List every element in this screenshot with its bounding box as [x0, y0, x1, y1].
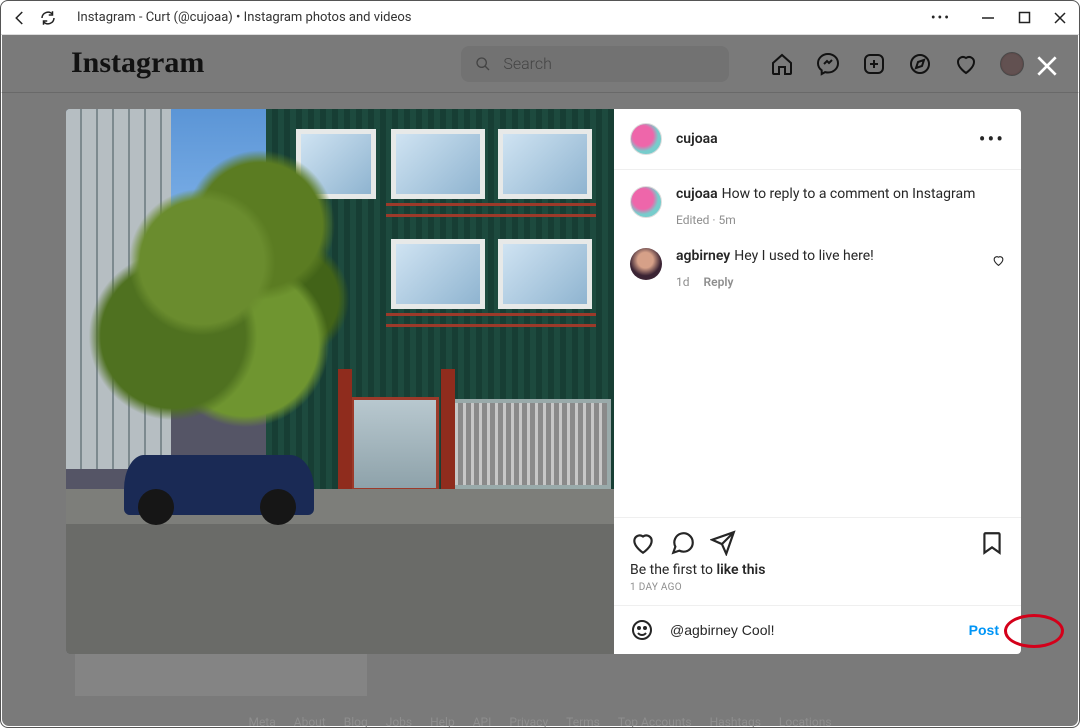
- emoji-icon[interactable]: [630, 618, 654, 642]
- footer-link[interactable]: About: [294, 715, 326, 728]
- post-timestamp: 1 DAY AGO: [630, 582, 1005, 593]
- footer-link[interactable]: Jobs: [386, 715, 412, 728]
- comment-text: Hey I used to live here!: [734, 248, 874, 264]
- footer-link[interactable]: Top Accounts: [618, 715, 692, 728]
- comment-age: 1d: [676, 275, 690, 289]
- tab-title: Instagram - Curt (@cujoaa) • Instagram p…: [77, 10, 921, 25]
- post-modal: cujoaa ••• cujoaaHow to reply to a comme…: [66, 109, 1021, 654]
- post-actions: Be the first to like this 1 DAY AGO: [614, 517, 1021, 605]
- back-icon[interactable]: [11, 9, 29, 27]
- comment-input[interactable]: [668, 621, 949, 639]
- modal-close-icon[interactable]: [1034, 53, 1060, 79]
- profile-grid-peek: [75, 652, 367, 696]
- close-icon[interactable]: [1051, 9, 1069, 27]
- author-avatar[interactable]: [630, 186, 662, 218]
- footer-link[interactable]: Meta: [248, 715, 275, 728]
- post-image[interactable]: [66, 109, 614, 654]
- footer-link[interactable]: Terms: [566, 715, 600, 728]
- like-icon[interactable]: [630, 530, 656, 556]
- footer-link[interactable]: API: [473, 715, 492, 728]
- author-username[interactable]: cujoaa: [676, 131, 718, 147]
- caption-username[interactable]: cujoaa: [676, 186, 718, 202]
- comment-row: agbirneyHey I used to live here! 1d Reply: [630, 246, 1005, 292]
- post-comment-button[interactable]: Post: [963, 618, 1005, 642]
- reply-button[interactable]: Reply: [704, 275, 734, 289]
- footer-link[interactable]: Privacy: [509, 715, 548, 728]
- share-icon[interactable]: [710, 530, 736, 556]
- footer-link[interactable]: Help: [430, 715, 455, 728]
- caption-row: cujoaaHow to reply to a comment on Insta…: [630, 184, 1005, 230]
- add-comment-row: Post: [614, 605, 1021, 654]
- footer-links: Meta About Blog Jobs Help API Privacy Terms Top …: [2, 715, 1078, 728]
- post-options-icon[interactable]: •••: [979, 129, 1005, 149]
- footer-link[interactable]: Locations: [779, 715, 832, 728]
- footer-link[interactable]: Blog: [344, 715, 368, 728]
- modal-overlay[interactable]: cujoaa ••• cujoaaHow to reply to a comme…: [2, 35, 1078, 726]
- likes-row[interactable]: Be the first to like this: [630, 562, 1005, 578]
- maximize-icon[interactable]: [1015, 9, 1033, 27]
- post-header: cujoaa •••: [614, 109, 1021, 170]
- author-avatar[interactable]: [630, 123, 662, 155]
- browser-chrome: Instagram - Curt (@cujoaa) • Instagram p…: [1, 1, 1079, 35]
- comment-icon[interactable]: [670, 530, 696, 556]
- comment-username[interactable]: agbirney: [676, 248, 730, 264]
- caption-meta: Edited · 5m: [676, 212, 1005, 229]
- save-icon[interactable]: [979, 530, 1005, 556]
- refresh-icon[interactable]: [39, 9, 57, 27]
- comments-area: cujoaaHow to reply to a comment on Insta…: [614, 170, 1021, 517]
- minimize-icon[interactable]: [979, 9, 997, 27]
- caption-text: How to reply to a comment on Instagram: [722, 186, 976, 202]
- browser-menu-icon[interactable]: •••: [931, 10, 951, 26]
- like-comment-icon[interactable]: [992, 254, 1005, 267]
- commenter-avatar[interactable]: [630, 248, 662, 280]
- footer-link[interactable]: Hashtags: [710, 715, 761, 728]
